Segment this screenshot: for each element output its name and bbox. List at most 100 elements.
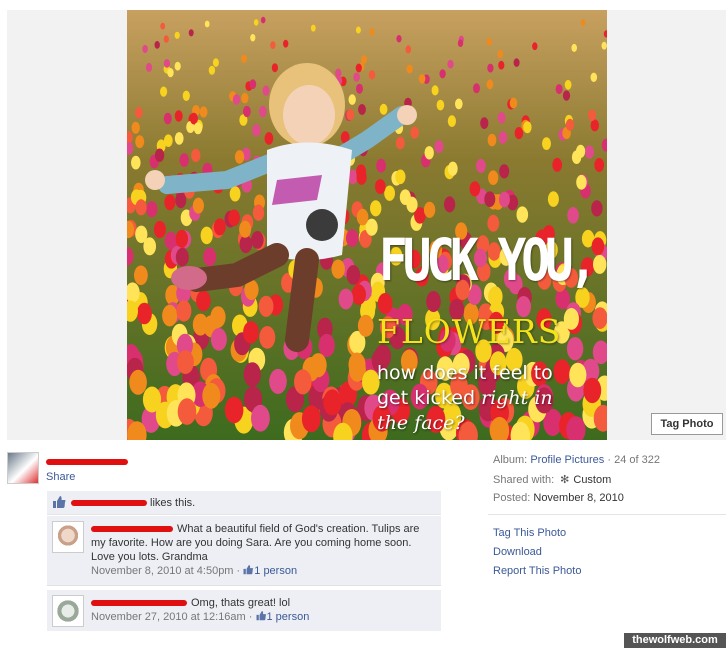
commenter-avatar[interactable] (52, 521, 84, 553)
tulip-flower (565, 118, 575, 131)
tulip-flower (497, 112, 506, 124)
tulip-flower (410, 126, 420, 139)
tulip-flower (258, 105, 267, 118)
tulip-flower (405, 45, 412, 54)
comment-likes-link[interactable]: 1 person (267, 611, 310, 623)
tulip-flower (251, 231, 264, 249)
album-label: Album: (493, 454, 528, 466)
thumbs-up-icon (256, 611, 266, 621)
tulip-flower (593, 254, 607, 274)
tulip-flower (356, 208, 369, 226)
tulip-flower (563, 308, 579, 330)
tulip-flower (301, 405, 321, 433)
overlay-flowers: FLOWERS (377, 312, 562, 351)
photo[interactable]: FUCK YOU, FLOWERS how does it feel to ge… (127, 10, 607, 440)
tulip-flower (134, 107, 143, 119)
tulip-flower (569, 362, 587, 388)
tulip-flower (175, 247, 189, 267)
share-link[interactable]: Share (46, 471, 75, 483)
comment-time[interactable]: November 27, 2010 at 12:16am (91, 611, 246, 623)
tulip-flower (251, 404, 270, 432)
tulip-flower (516, 206, 529, 223)
tulip-flower (179, 153, 189, 167)
owner-name-redacted[interactable] (46, 456, 130, 468)
tulip-flower (174, 31, 180, 39)
tulip-flower (163, 112, 172, 125)
download-link[interactable]: Download (493, 546, 542, 558)
tulip-flower (252, 204, 265, 221)
album-link[interactable]: Profile Pictures (530, 454, 604, 466)
tulip-flower (356, 170, 367, 185)
tulip-flower (163, 35, 169, 43)
tulip-flower (384, 185, 395, 201)
tulip-flower (358, 104, 366, 115)
tulip-flower (203, 247, 217, 267)
comment-likes-link[interactable]: 1 person (254, 565, 297, 577)
tulip-flower (431, 85, 439, 96)
likes-label: likes this. (150, 497, 196, 509)
tulip-flower (243, 105, 251, 118)
comment: What a beautiful field of God's creation… (47, 516, 441, 586)
tulip-flower (406, 196, 418, 213)
tulip-flower (447, 161, 458, 176)
tulip-flower (192, 197, 204, 214)
tulip-flower (241, 54, 247, 63)
tulip-flower (249, 79, 257, 90)
tag-photo-button[interactable]: Tag Photo (651, 413, 723, 435)
tulip-flower (224, 396, 244, 424)
tag-this-photo-link[interactable]: Tag This Photo (493, 527, 566, 539)
tulip-flower (176, 300, 192, 322)
tulip-flower (131, 121, 140, 134)
shared-label: Shared with: (493, 474, 555, 486)
tulip-flower (375, 179, 386, 195)
commenter-name-redacted[interactable] (91, 526, 173, 533)
tulip-flower (486, 79, 494, 90)
thumbs-up-icon (53, 496, 66, 508)
tulip-flower (196, 290, 211, 312)
tulip-flower (318, 333, 335, 358)
tulip-flower (498, 191, 510, 208)
tulip-flower (499, 164, 510, 179)
tulip-flower (447, 59, 454, 69)
comment-time[interactable]: November 8, 2010 at 4:50pm (91, 565, 233, 577)
owner-avatar[interactable] (7, 452, 39, 484)
comment-body: Omg, thats great! lol November 27, 2010 … (91, 596, 426, 624)
tulip-flower (476, 158, 486, 173)
tulip-flower (584, 145, 595, 159)
tulip-flower (396, 35, 402, 43)
comment-text: Omg, thats great! lol (191, 597, 291, 609)
tulip-flower (562, 90, 571, 101)
tulip-flower (174, 132, 184, 145)
tulip-flower (154, 148, 165, 162)
tulip-flower (580, 19, 586, 26)
commenter-avatar[interactable] (52, 595, 84, 627)
commenter-name-redacted[interactable] (91, 600, 187, 607)
overlay-line-5: the face? (377, 412, 465, 434)
tulip-flower (355, 63, 362, 73)
tulip-flower (204, 20, 210, 28)
tulip-flower (208, 65, 216, 75)
tulip-flower (553, 359, 571, 384)
tulip-flower (239, 220, 252, 238)
tulip-flower (590, 119, 599, 132)
tulip-flower (473, 83, 480, 94)
overlay-line-4: get kicked right in (377, 387, 553, 409)
tulip-flower (346, 229, 359, 247)
tulip-flower (552, 157, 563, 172)
likes-text: likes this. (71, 497, 195, 509)
shared-value[interactable]: Custom (573, 474, 611, 486)
tulip-flower (154, 41, 160, 49)
tulip-flower (210, 306, 226, 328)
tulip-flower (369, 28, 375, 36)
redaction-mark[interactable] (71, 500, 147, 507)
tulip-flower (213, 218, 226, 236)
tulip-flower (163, 59, 170, 68)
album-info: Album: Profile Pictures · 24 of 322 (493, 454, 660, 466)
report-photo-link[interactable]: Report This Photo (493, 565, 581, 577)
gear-icon[interactable]: ✻ (560, 473, 569, 486)
tulip-flower (376, 158, 386, 173)
tulip-flower (252, 124, 261, 137)
tulip-flower (134, 265, 148, 286)
tulip-flower (509, 97, 518, 109)
comment: Omg, thats great! lol November 27, 2010 … (47, 590, 441, 631)
